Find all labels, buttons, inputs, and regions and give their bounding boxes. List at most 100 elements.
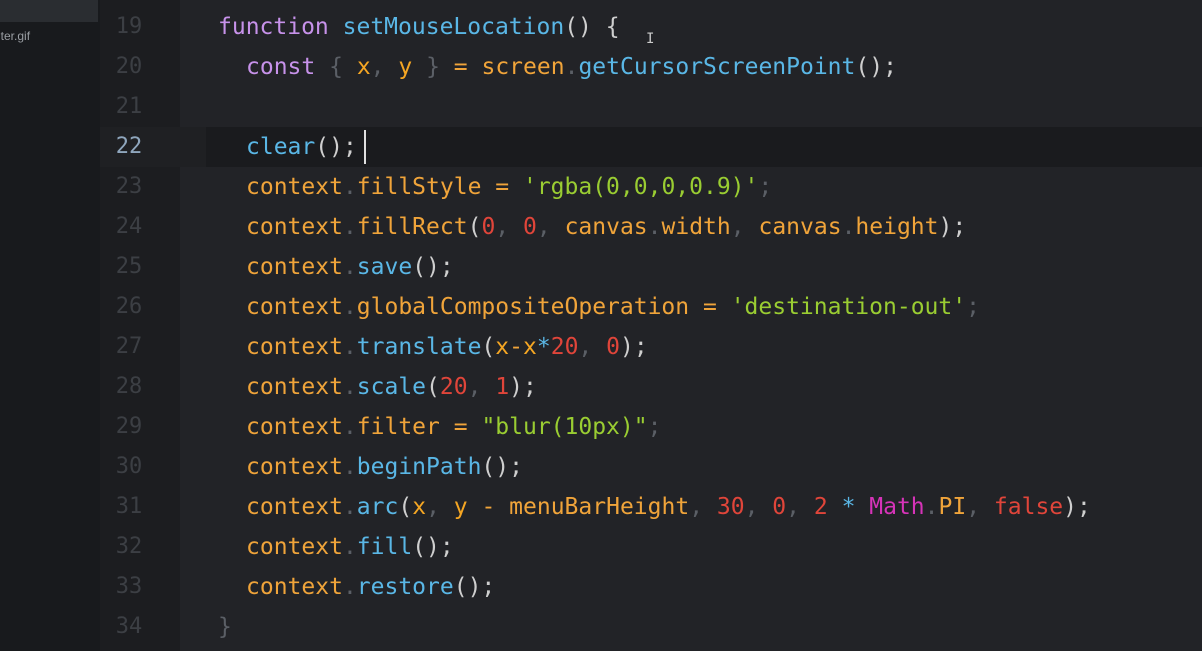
code-token: context [246, 214, 343, 240]
code-token: } [218, 614, 232, 640]
code-token: canvas [758, 214, 842, 240]
code-token: 0 [772, 494, 787, 520]
code-token: . [924, 494, 939, 520]
code-token: restore [356, 574, 454, 600]
code-token: , [426, 494, 454, 520]
code-token: function [218, 14, 329, 40]
code-token: = [689, 294, 731, 320]
code-token: fill [356, 534, 413, 560]
code-line: clear(); [246, 127, 357, 167]
code-token: . [342, 454, 357, 480]
code-token: context [246, 494, 343, 520]
code-line: context.fillRect(0, 0, canvas.width, can… [246, 207, 966, 247]
code-token: . [342, 414, 357, 440]
code-token: context [246, 334, 343, 360]
code-token: 2 [813, 494, 828, 520]
line-number: 30 [115, 454, 143, 479]
code-token: translate [356, 334, 482, 360]
code-token: ( [467, 214, 482, 240]
code-token: . [342, 534, 357, 560]
code-line: context.globalCompositeOperation = 'dest… [246, 287, 980, 327]
code-token: context [246, 174, 343, 200]
code-token: y [453, 494, 468, 520]
code-line: context.save(); [246, 247, 454, 287]
code-token: context [246, 534, 343, 560]
code-token: . [342, 334, 357, 360]
code-token: 'destination-out' [730, 294, 967, 320]
code-token: ( [481, 334, 496, 360]
code-token: (); [315, 134, 357, 160]
code-token: clear [246, 134, 316, 160]
code-token: save [356, 254, 413, 280]
sidebar-file-item[interactable]: nter.gif [0, 29, 98, 43]
code-token: . [342, 374, 357, 400]
line-number: 31 [115, 494, 143, 519]
code-token: 30 [716, 494, 745, 520]
code-token: , [744, 494, 773, 520]
code-token: 20 [439, 374, 468, 400]
code-token: ; [647, 414, 662, 440]
code-token: 0 [523, 214, 537, 240]
line-number: 20 [115, 54, 143, 79]
code-token: ); [509, 374, 537, 400]
line-number: 27 [115, 334, 143, 359]
code-token: , [495, 214, 523, 240]
current-line-number: 22 [115, 134, 143, 159]
code-token: (); [855, 54, 897, 80]
code-line: context.beginPath(); [246, 447, 523, 487]
code-token: . [342, 214, 357, 240]
code-token: (); [481, 454, 523, 480]
code-token: ( [426, 374, 440, 400]
code-line: function setMouseLocation() { [218, 7, 620, 47]
code-token: PI [938, 494, 967, 520]
code-token: 0 [606, 334, 620, 360]
line-number: 32 [115, 534, 143, 559]
code-token: * [536, 334, 551, 360]
code-token: 'rgba(0,0,0,0.9)' [522, 174, 759, 200]
code-token: context [246, 374, 343, 400]
code-token: (); [412, 534, 454, 560]
code-token: filter [356, 414, 440, 440]
code-token: , [370, 54, 399, 80]
code-line: } [218, 607, 232, 647]
ibeam-cursor-icon: I [646, 31, 655, 47]
code-token: . [647, 214, 662, 240]
code-token: globalCompositeOperation [356, 294, 690, 320]
code-token: screen [481, 54, 565, 80]
code-token: ); [619, 334, 648, 360]
code-token: context [246, 294, 343, 320]
code-token: . [342, 494, 357, 520]
code-line: const { x, y } = screen.getCursorScreenP… [246, 47, 897, 87]
code-token: x [523, 334, 537, 360]
code-token: 1 [495, 374, 510, 400]
code-token: , [966, 494, 994, 520]
code-token: , [536, 214, 565, 240]
line-number: 24 [115, 214, 143, 239]
code-token: . [564, 54, 579, 80]
code-line: context.filter = "blur(10px)"; [246, 407, 661, 447]
code-token: ( [398, 494, 413, 520]
code-token: = [481, 174, 523, 200]
code-token: arc [356, 494, 399, 520]
code-token: } [412, 54, 440, 80]
text-cursor [364, 130, 366, 164]
code-token: ; [966, 294, 980, 320]
code-token: . [342, 294, 357, 320]
code-token: , [786, 494, 814, 520]
sidebar-selected-item[interactable] [0, 0, 98, 22]
code-line: context.translate(x-x*20, 0); [246, 327, 648, 367]
code-token: , [467, 374, 496, 400]
code-token: width [661, 214, 731, 240]
code-token: , [578, 334, 607, 360]
code-token: , [730, 214, 759, 240]
code-token: canvas [564, 214, 648, 240]
code-token: setMouseLocation [342, 14, 565, 40]
code-token: const [246, 54, 316, 80]
code-token: = [439, 54, 482, 80]
code-token: beginPath [356, 454, 482, 480]
code-token: . [342, 574, 357, 600]
code-token: (); [412, 254, 454, 280]
line-number: 26 [115, 294, 143, 319]
line-number: 19 [115, 14, 143, 39]
code-token: fillRect [356, 214, 468, 240]
